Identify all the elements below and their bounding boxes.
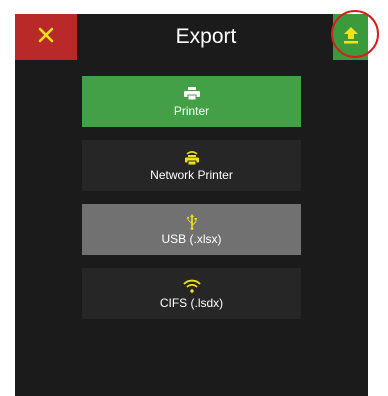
upload-icon xyxy=(343,26,359,49)
close-icon xyxy=(38,27,54,48)
option-cifs-lsdx[interactable]: CIFS (.lsdx) xyxy=(82,268,301,319)
upload-export-button[interactable] xyxy=(333,14,368,60)
network-printer-icon xyxy=(184,150,200,166)
option-label: USB (.xlsx) xyxy=(161,231,222,246)
option-label: Printer xyxy=(173,103,210,118)
wifi-icon xyxy=(182,278,201,294)
option-label: CIFS (.lsdx) xyxy=(159,295,224,310)
option-printer[interactable]: Printer xyxy=(82,76,301,127)
close-button[interactable] xyxy=(15,14,77,60)
usb-icon xyxy=(186,213,198,230)
printer-icon xyxy=(183,86,200,102)
option-network-printer[interactable]: Network Printer xyxy=(82,140,301,191)
option-label: Network Printer xyxy=(150,167,233,182)
option-usb-xlsx[interactable]: USB (.xlsx) xyxy=(82,204,301,255)
dialog-title: Export xyxy=(175,25,237,48)
